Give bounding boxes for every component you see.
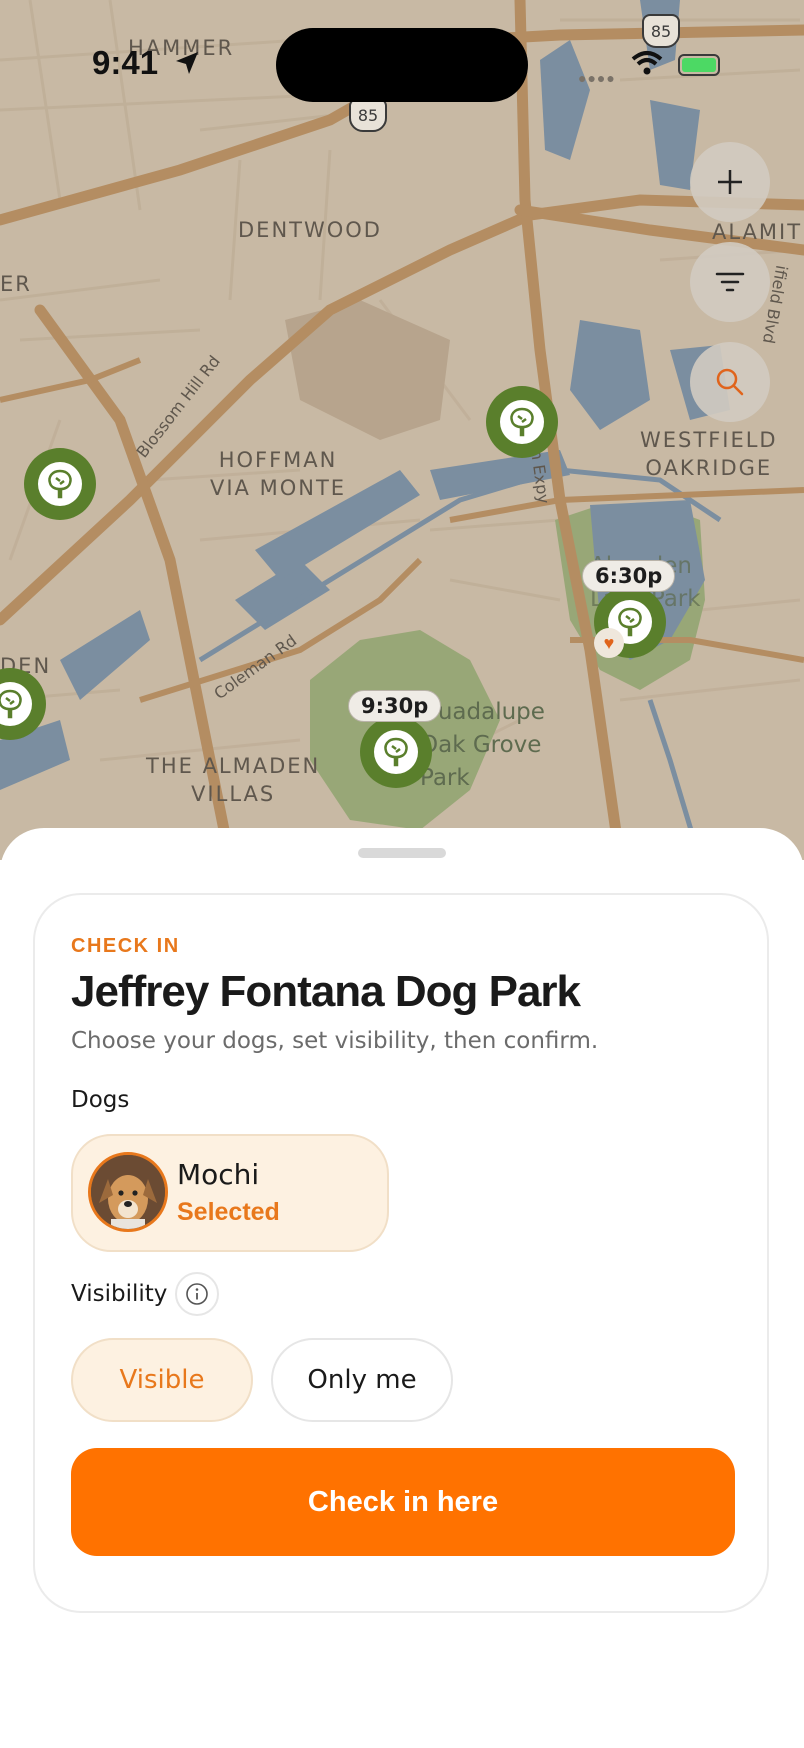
cellular-signal-icon: ●●●● [578,70,616,86]
wifi-icon [631,51,663,75]
visibility-info-button[interactable] [175,1272,219,1316]
neighborhood-label: HOFFMAN VIA MONTE [210,448,347,500]
park-pin[interactable] [360,716,432,788]
visibility-option-only-me[interactable]: Only me [271,1338,453,1422]
dogs-heading: Dogs [71,1087,130,1113]
plus-icon [718,170,742,194]
map-view[interactable]: HAMMER DENTWOOD ALAMIT ER HOFFMAN VIA MO… [0,0,804,860]
search-button[interactable] [690,342,770,422]
location-arrow-icon [176,52,198,74]
park-title: Jeffrey Fontana Dog Park [71,967,581,1016]
dog-avatar [88,1152,168,1232]
dog-selected-status: Selected [177,1198,280,1226]
zoom-in-button[interactable] [690,142,770,222]
park-pin[interactable] [24,448,96,520]
dog-name: Mochi [177,1158,260,1191]
dog-chip-mochi[interactable]: Mochi Selected [71,1134,389,1252]
check-in-button[interactable]: Check in here [71,1448,735,1556]
checkin-sheet: CHECK IN Jeffrey Fontana Dog Park Choose… [0,828,804,1748]
neighborhood-label: WESTFIELD OAKRIDGE [640,428,778,480]
search-icon [716,368,744,396]
dynamic-island [276,28,528,102]
park-pin[interactable] [486,386,558,458]
status-time: 9:41 [92,44,159,81]
route-85-shield: 85 [349,98,387,132]
neighborhood-label: THE ALMADEN VILLAS [146,754,321,806]
neighborhood-label: ER [0,272,32,296]
checkin-time-badge: 9:30p [348,690,442,722]
tree-icon [510,407,534,437]
visibility-heading: Visibility [71,1281,168,1307]
route-85-shield: 85 [642,14,680,48]
filter-icon [715,272,745,292]
visibility-option-visible[interactable]: Visible [71,1338,253,1422]
tree-icon [48,469,72,499]
info-icon [186,1283,208,1305]
sheet-grabber[interactable] [358,848,446,858]
neighborhood-label: DENTWOOD [238,218,382,242]
tree-icon [0,689,22,719]
instructions-text: Choose your dogs, set visibility, then c… [71,1028,599,1054]
checkin-time-badge: 6:30p [582,560,676,592]
checkin-card: CHECK IN Jeffrey Fontana Dog Park Choose… [33,893,769,1613]
battery-icon [678,54,720,76]
heart-icon: ♥ [594,628,624,658]
eyebrow-label: CHECK IN [71,935,180,957]
tree-icon [384,737,408,767]
filter-button[interactable] [690,242,770,322]
